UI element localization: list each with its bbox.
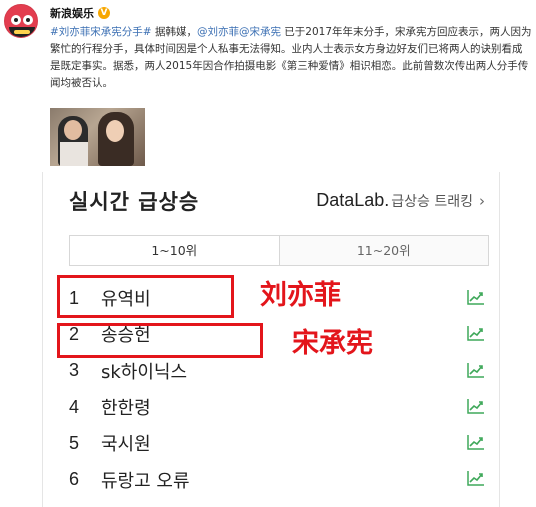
rank-keyword[interactable]: 국시원 xyxy=(101,430,151,456)
post-text: #刘亦菲宋承宪分手# 据韩媒，@刘亦菲@宋承宪 已于2017年年末分手，宋承宪方… xyxy=(50,24,532,92)
ranking-row-4[interactable]: 4 한한령 xyxy=(69,389,489,425)
rank-keyword[interactable]: 듀랑고 오류 xyxy=(101,467,190,493)
trend-chart-icon[interactable] xyxy=(467,325,485,342)
author-avatar[interactable] xyxy=(4,4,38,38)
ranking-row-6[interactable]: 6 듀랑고 오류 xyxy=(69,461,489,497)
verified-badge-icon: V xyxy=(98,7,110,19)
trend-chart-icon[interactable] xyxy=(467,289,485,305)
photo-face-left xyxy=(64,120,82,140)
rank-number: 6 xyxy=(69,469,80,490)
tab-rank-11-20[interactable]: 11~20위 xyxy=(279,236,488,265)
rank-number: 4 xyxy=(69,396,80,417)
post-text-part-1: 据韩媒， xyxy=(151,26,197,38)
mention-links[interactable]: @刘亦菲@宋承宪 xyxy=(197,26,281,38)
annotation-label-2: 宋承宪 xyxy=(292,328,373,359)
photo-shirt xyxy=(60,142,88,166)
chevron-right-icon: › xyxy=(479,192,485,210)
weibo-post: 新浪娱乐 V #刘亦菲宋承宪分手# 据韩媒，@刘亦菲@宋承宪 已于2017年年末… xyxy=(0,0,536,172)
ranking-row-5[interactable]: 5 국시원 xyxy=(69,425,489,461)
topic-link[interactable]: #刘亦菲宋承宪分手# xyxy=(50,26,152,38)
author-name[interactable]: 新浪娱乐 xyxy=(50,5,94,21)
avatar-eye-right xyxy=(23,15,33,25)
datalab-text: 급상승 트래킹 xyxy=(391,194,473,210)
avatar-eye-left xyxy=(11,15,21,25)
rank-number: 5 xyxy=(69,432,80,453)
photo-face-right xyxy=(106,120,124,142)
tab-rank-1-10[interactable]: 1~10위 xyxy=(70,236,280,265)
trend-chart-icon[interactable] xyxy=(467,398,485,414)
trend-chart-icon[interactable] xyxy=(467,362,485,378)
post-photo[interactable] xyxy=(50,108,145,166)
trend-chart-icon[interactable] xyxy=(467,434,485,450)
highlight-box-rank-1 xyxy=(57,275,234,318)
annotation-label-1: 刘亦菲 xyxy=(260,280,341,311)
ranking-row-3[interactable]: 3 sk하이닉스 xyxy=(69,353,489,389)
datalab-brand: DataLab. xyxy=(316,190,390,210)
avatar-mouth xyxy=(9,27,35,37)
highlight-box-rank-2 xyxy=(57,323,263,358)
ranking-title: 실시간 급상승 xyxy=(69,190,200,214)
author-name-row: 新浪娱乐 V xyxy=(50,5,110,21)
rank-number: 3 xyxy=(69,360,80,381)
datalab-link[interactable]: DataLab. 급상승 트래킹 › xyxy=(316,190,485,211)
ranking-tabs: 1~10위 11~20위 xyxy=(69,235,489,266)
rank-keyword[interactable]: sk하이닉스 xyxy=(101,358,187,384)
trend-chart-icon[interactable] xyxy=(467,470,485,487)
rank-keyword[interactable]: 한한령 xyxy=(101,394,151,420)
